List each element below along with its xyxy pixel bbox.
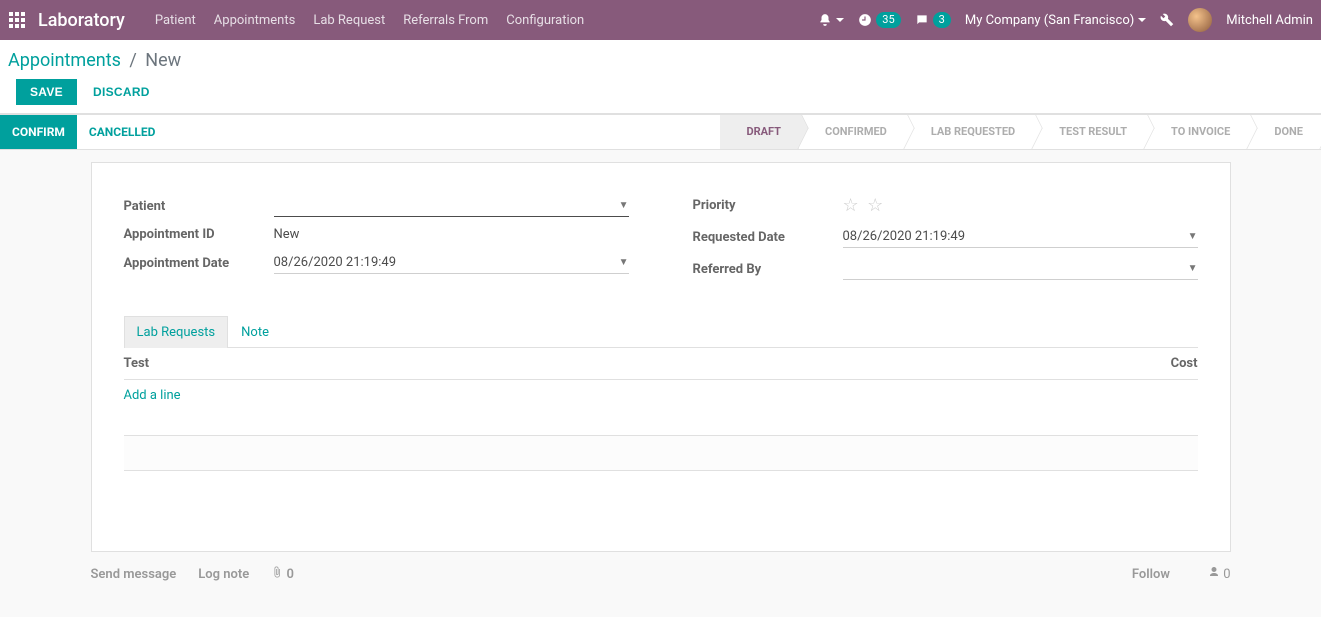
follow-button[interactable]: Follow xyxy=(1132,567,1170,582)
dropdown-icon: ▼ xyxy=(619,200,629,211)
notifications-icon[interactable] xyxy=(818,13,844,27)
notebook-tabs: Lab Requests Note xyxy=(124,316,1198,348)
status-step-lab-requested[interactable]: LAB REQUESTED xyxy=(905,115,1033,149)
tab-note[interactable]: Note xyxy=(228,316,282,348)
breadcrumb-separator: / xyxy=(129,50,136,71)
chatter-bar: Send message Log note 0 Follow 0 xyxy=(91,552,1231,596)
appointment-date-field[interactable]: 08/26/2020 21:19:49 ▼ xyxy=(274,252,629,274)
menu-patient[interactable]: Patient xyxy=(155,13,196,28)
lab-requests-table-head: Test Cost xyxy=(124,348,1198,380)
breadcrumb-parent[interactable]: Appointments xyxy=(8,50,121,71)
discard-button[interactable]: DISCARD xyxy=(87,84,156,100)
attachments-button[interactable]: 0 xyxy=(271,566,294,582)
attachments-count: 0 xyxy=(287,567,294,582)
menu-referrals-from[interactable]: Referrals From xyxy=(403,13,488,28)
breadcrumb: Appointments / New xyxy=(8,44,1313,75)
status-step-to-invoice[interactable]: TO INVOICE xyxy=(1145,115,1248,149)
control-bar: Appointments / New SAVE DISCARD xyxy=(0,40,1321,114)
user-name[interactable]: Mitchell Admin xyxy=(1226,13,1313,28)
company-name: My Company (San Francisco) xyxy=(965,13,1134,28)
apps-icon[interactable] xyxy=(8,11,26,29)
top-navbar: Laboratory Patient Appointments Lab Requ… xyxy=(0,0,1321,40)
paperclip-icon xyxy=(271,566,283,578)
debug-icon[interactable] xyxy=(1160,13,1174,27)
requested-date-field[interactable]: 08/26/2020 21:19:49 ▼ xyxy=(843,226,1198,248)
column-cost: Cost xyxy=(1118,356,1198,371)
person-icon xyxy=(1208,566,1220,578)
column-test: Test xyxy=(124,356,1118,371)
menu-lab-request[interactable]: Lab Request xyxy=(313,13,385,28)
appointment-date-value: 08/26/2020 21:19:49 xyxy=(274,255,397,270)
table-empty-row xyxy=(124,435,1198,471)
followers-number: 0 xyxy=(1223,567,1230,582)
avatar[interactable] xyxy=(1188,8,1212,32)
priority-stars[interactable]: ☆ ☆ xyxy=(843,195,886,216)
status-steps: DRAFT CONFIRMED LAB REQUESTED TEST RESUL… xyxy=(720,115,1321,149)
status-step-draft[interactable]: DRAFT xyxy=(720,115,799,149)
messages-icon[interactable]: 3 xyxy=(915,12,951,28)
appointment-date-label: Appointment Date xyxy=(124,256,274,271)
menu-appointments[interactable]: Appointments xyxy=(214,13,296,28)
activities-icon[interactable]: 35 xyxy=(858,12,900,28)
caret-down-icon xyxy=(1138,18,1146,22)
main-menu: Patient Appointments Lab Request Referra… xyxy=(155,13,584,28)
dropdown-icon: ▼ xyxy=(619,257,629,268)
log-note-button[interactable]: Log note xyxy=(198,567,249,582)
followers-count[interactable]: 0 xyxy=(1208,566,1231,582)
status-bar: CONFIRM CANCELLED DRAFT CONFIRMED LAB RE… xyxy=(0,114,1321,150)
tab-lab-requests[interactable]: Lab Requests xyxy=(124,316,229,348)
messages-badge: 3 xyxy=(933,12,951,28)
caret-down-icon xyxy=(836,18,844,22)
status-step-test-result[interactable]: TEST RESULT xyxy=(1033,115,1145,149)
breadcrumb-current: New xyxy=(145,50,181,71)
cancelled-button[interactable]: CANCELLED xyxy=(77,115,168,149)
add-line-link[interactable]: Add a line xyxy=(124,388,181,403)
dropdown-icon: ▼ xyxy=(1188,231,1198,242)
requested-date-value: 08/26/2020 21:19:49 xyxy=(843,229,966,244)
app-brand[interactable]: Laboratory xyxy=(38,10,125,31)
send-message-button[interactable]: Send message xyxy=(91,567,177,582)
patient-field[interactable]: ▼ xyxy=(274,195,629,217)
status-step-confirmed[interactable]: CONFIRMED xyxy=(799,115,905,149)
dropdown-icon: ▼ xyxy=(1188,263,1198,274)
referred-by-label: Referred By xyxy=(693,262,843,277)
form-sheet: Patient ▼ Appointment ID New Appo xyxy=(91,162,1231,552)
confirm-button[interactable]: CONFIRM xyxy=(0,115,77,149)
menu-configuration[interactable]: Configuration xyxy=(506,13,584,28)
priority-label: Priority xyxy=(693,198,843,213)
referred-by-field[interactable]: ▼ xyxy=(843,258,1198,280)
appointment-id-label: Appointment ID xyxy=(124,227,274,242)
activities-badge: 35 xyxy=(876,12,900,28)
requested-date-label: Requested Date xyxy=(693,230,843,245)
appointment-id-value: New xyxy=(274,227,300,242)
company-switcher[interactable]: My Company (San Francisco) xyxy=(965,13,1146,28)
save-button[interactable]: SAVE xyxy=(16,79,77,105)
patient-label: Patient xyxy=(124,199,274,214)
status-step-done[interactable]: DONE xyxy=(1248,115,1321,149)
